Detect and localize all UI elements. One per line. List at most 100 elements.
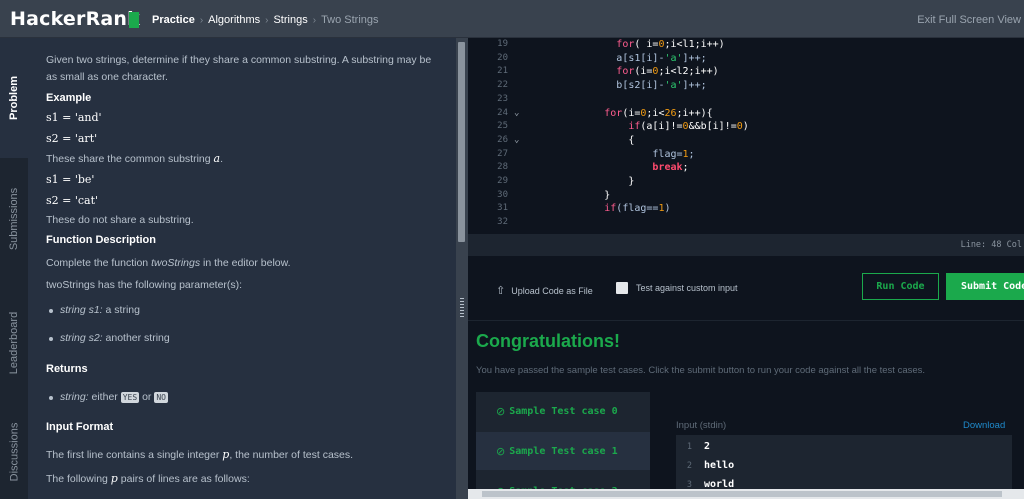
code-text: } — [628, 176, 635, 187]
panel-splitter[interactable] — [456, 38, 468, 499]
code-line[interactable]: 19 for( i=0;i<l1;i++) — [468, 39, 1024, 53]
line-number: 28 — [497, 162, 508, 173]
code-text: a[s1[i]-'a']++; — [616, 52, 707, 64]
tab-discussions[interactable]: Discussions — [0, 405, 28, 499]
line-number: 25 — [497, 121, 508, 132]
breadcrumb-strings[interactable]: Strings — [273, 14, 307, 26]
check-circle-icon: ⊘ — [496, 444, 506, 458]
code-line[interactable]: 26 ⌄ { — [468, 135, 1024, 149]
example2-s1: s1 = 'be' — [46, 173, 95, 187]
code-line[interactable]: 32 — [468, 217, 1024, 231]
stdin-line: 12 — [676, 440, 1012, 460]
code-text: flag=1; — [652, 148, 695, 160]
exit-fullscreen-link[interactable]: Exit Full Screen View — [917, 14, 1021, 26]
code-line[interactable]: 31 if(flag==1) — [468, 203, 1024, 217]
breadcrumb-algorithms[interactable]: Algorithms — [208, 14, 260, 26]
code-line[interactable]: 23 — [468, 94, 1024, 108]
breadcrumb-chevron-icon: › — [199, 14, 204, 26]
code-text: if(flag==1) — [604, 203, 671, 215]
code-text: break; — [652, 162, 689, 174]
drag-handle-icon[interactable] — [460, 298, 464, 318]
editor-toolbar: ⇧ Upload Code as File Test against custo… — [468, 256, 1024, 321]
horizontal-scrollbar[interactable] — [468, 489, 1024, 499]
results-panel: Congratulations! You have passed the sam… — [468, 322, 1024, 499]
line-number: 31 — [497, 203, 508, 214]
upload-code-button[interactable]: ⇧ Upload Code as File — [496, 284, 593, 297]
code-line[interactable]: 30} — [468, 190, 1024, 204]
test-case-0[interactable]: ⊘ Sample Test case 0 — [476, 392, 650, 430]
stdin-line-number: 2 — [686, 461, 692, 471]
code-line[interactable]: 28 break; — [468, 162, 1024, 176]
line-number: 26 — [497, 134, 508, 145]
line-number: 27 — [497, 148, 508, 159]
line-number: 21 — [497, 66, 508, 77]
code-text: } — [604, 189, 611, 201]
fold-chevron-icon[interactable]: ⌄ — [514, 135, 519, 145]
check-circle-icon: ⊘ — [496, 404, 506, 418]
passed-message: You have passed the sample test cases. C… — [476, 365, 926, 376]
line-number: 32 — [497, 217, 508, 228]
problem-statement: Given two strings, determine if they sha… — [28, 38, 456, 499]
example2-s2: s2 = 'cat' — [46, 193, 99, 207]
line-number: 23 — [497, 93, 508, 104]
line-number: 19 — [497, 39, 508, 49]
example1-s2: s2 = 'art' — [46, 131, 98, 145]
code-text: for(i=0;i<26;i++){ — [604, 107, 713, 119]
example2-note: These do not share a substring. — [46, 214, 194, 227]
code-line[interactable]: 29} — [468, 176, 1024, 190]
function-description: Complete the function twoStrings in the … — [46, 256, 291, 269]
breadcrumb-two-strings: Two Strings — [321, 14, 379, 26]
top-bar: HackerRank Practice › Algorithms › Strin… — [0, 0, 1024, 38]
input-format-heading: Input Format — [46, 421, 114, 434]
line-number: 29 — [497, 176, 508, 186]
tab-problem[interactable]: Problem — [0, 38, 28, 158]
problem-intro: Given two strings, determine if they sha… — [46, 54, 432, 83]
tab-leaderboard[interactable]: Leaderboard — [0, 280, 28, 405]
param-s1: string s1: a string — [46, 302, 438, 319]
editor-status-bar: Line: 48 Col — [468, 234, 1024, 256]
fold-chevron-icon[interactable]: ⌄ — [514, 108, 519, 118]
tab-submissions[interactable]: Submissions — [0, 158, 28, 280]
example-heading: Example — [46, 91, 92, 104]
side-tabs: Problem Submissions Leaderboard Discussi… — [0, 38, 28, 499]
code-editor[interactable]: 19 for( i=0;i<l1;i++) 20 a[s1[i]-'a']++; 21 f… — [468, 38, 1024, 234]
breadcrumb: Practice › Algorithms › Strings › Two St… — [152, 14, 379, 26]
code-text: if(a[i]!=0&&b[i]!=0) — [628, 121, 749, 133]
returns-heading: Returns — [46, 362, 88, 375]
run-code-button[interactable]: Run Code — [862, 273, 939, 300]
problem-scrollbar-thumb[interactable] — [458, 42, 465, 242]
code-line[interactable]: 21 for(i=0;i<l2;i++) — [468, 66, 1024, 80]
custom-input-toggle[interactable]: Test against custom input — [616, 282, 738, 294]
cursor-position: Line: 48 Col — [960, 240, 1022, 250]
returns-desc: string: either YES or NO — [46, 389, 438, 406]
code-line[interactable]: 24 ⌄ for(i=0;i<26;i++){ — [468, 108, 1024, 122]
function-description-heading: Function Description — [46, 234, 156, 247]
code-line[interactable]: 20 a[s1[i]-'a']++; — [468, 53, 1024, 67]
line-number: 24 — [497, 107, 508, 118]
parameters-intro: twoStrings has the following parameter(s… — [46, 278, 243, 291]
custom-input-checkbox[interactable] — [616, 282, 628, 294]
code-text: b[s2[i]-'a']++; — [616, 80, 707, 92]
horizontal-scrollbar-thumb[interactable] — [482, 491, 1002, 497]
download-link[interactable]: Download — [963, 420, 1005, 431]
test-case-1[interactable]: ⊘ Sample Test case 1 — [476, 432, 650, 470]
line-number: 30 — [497, 189, 508, 200]
submit-code-button[interactable]: Submit Code — [946, 273, 1024, 300]
logo-mark-icon — [129, 12, 139, 28]
congrats-title: Congratulations! — [476, 331, 620, 351]
breadcrumb-chevron-icon: › — [265, 14, 269, 26]
hackerrank-logo[interactable]: HackerRank — [10, 8, 140, 30]
breadcrumb-chevron-icon: › — [312, 14, 317, 26]
code-text: for( i=0;i<l1;i++) — [616, 39, 725, 50]
input-format-line1: The first line contains a single integer… — [46, 447, 354, 461]
param-s2: string s2: another string — [46, 330, 438, 347]
line-number: 22 — [497, 80, 508, 91]
code-text: for(i=0;i<l2;i++) — [616, 66, 719, 78]
code-line[interactable]: 27 flag=1; — [468, 149, 1024, 163]
line-number: 20 — [497, 52, 508, 63]
breadcrumb-practice[interactable]: Practice — [152, 14, 195, 26]
code-line[interactable]: 25 if(a[i]!=0&&b[i]!=0) — [468, 121, 1024, 135]
stdin-label: Input (stdin) — [676, 420, 727, 431]
code-line[interactable]: 22 b[s2[i]-'a']++; — [468, 80, 1024, 94]
example1-s1: s1 = 'and' — [46, 111, 102, 125]
